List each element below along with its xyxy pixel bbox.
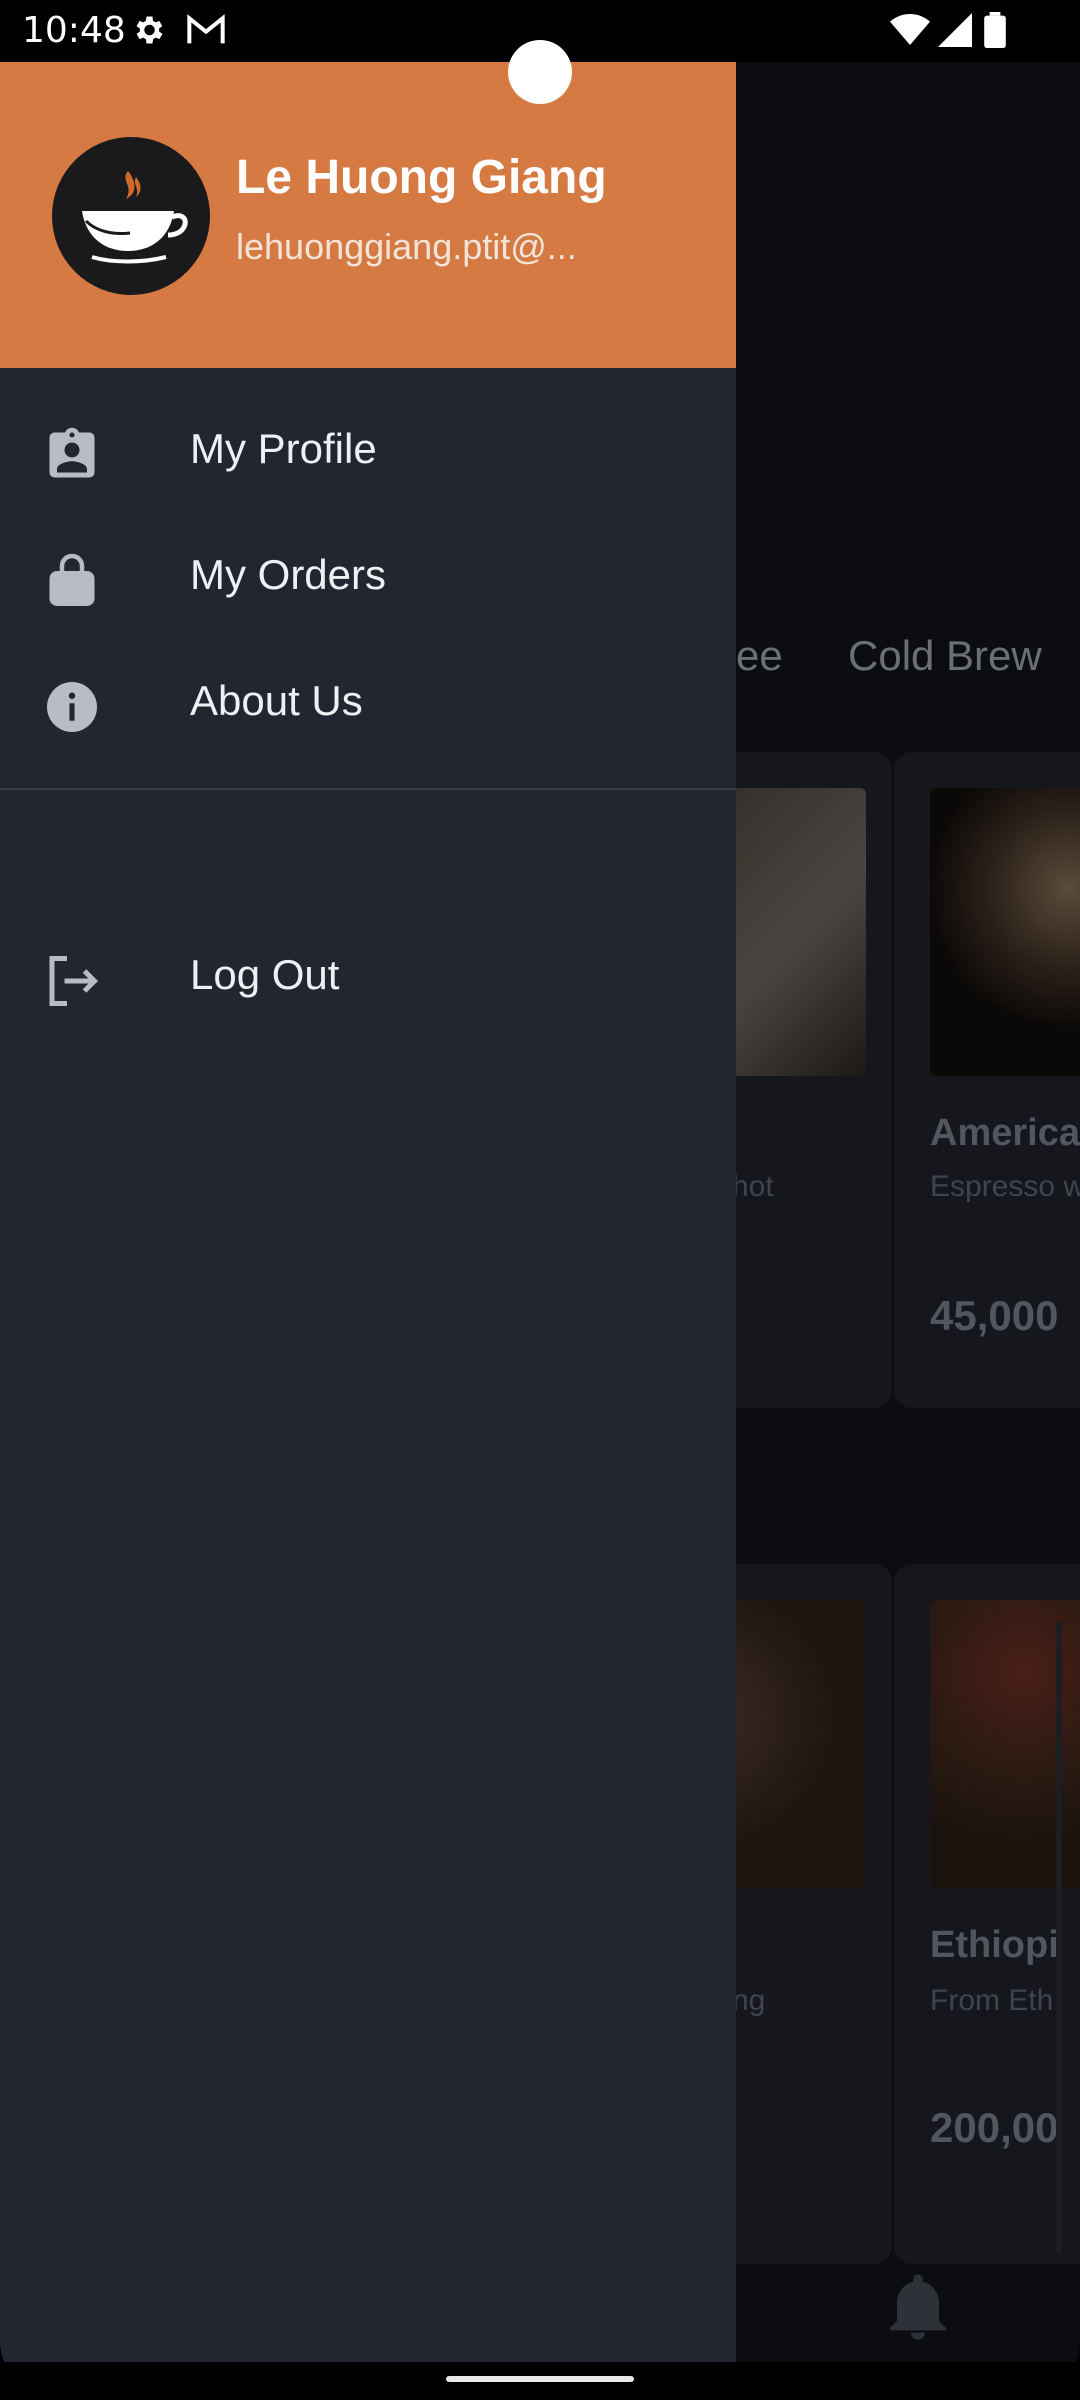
logout-label: Log Out: [190, 951, 340, 998]
product-price: 200,00: [930, 2104, 1059, 2151]
camera-cutout: [508, 40, 572, 104]
notification-bell-icon[interactable]: [890, 2272, 946, 2342]
coffee-cup-logo-icon: [82, 171, 188, 264]
product-card[interactable]: Ethiopi From Eth 200,00: [894, 1564, 1080, 2264]
product-image: [930, 788, 1080, 1076]
tab-cold-brew[interactable]: Cold Brew: [848, 632, 1042, 680]
app-screen: 10:48 ee Cold Brew hot America Espresso …: [0, 0, 1080, 2400]
menu-item-log-out[interactable]: Log Out: [0, 924, 736, 1034]
logout-icon: [49, 956, 99, 1006]
menu-item-label: My Orders: [190, 551, 387, 598]
menu-item-label: My Profile: [190, 425, 377, 472]
status-time: 10:48: [22, 10, 126, 51]
gmail-icon: [187, 14, 225, 44]
menu-item-my-profile[interactable]: My Profile: [0, 398, 736, 508]
product-price: 45,000: [930, 1292, 1059, 1339]
info-icon: [47, 682, 97, 732]
shopping-bag-icon: [49, 553, 95, 606]
scrollbar[interactable]: [1056, 1622, 1062, 2252]
user-name: Le Huong Giang: [236, 151, 607, 204]
profile-badge-icon: [49, 427, 95, 478]
product-desc: hot: [732, 1170, 774, 1203]
menu-item-about-us[interactable]: About Us: [0, 650, 736, 760]
navigation-drawer: Le Huong Giang lehuonggiang.ptit@... My …: [0, 62, 736, 2362]
product-title: America: [930, 1112, 1080, 1154]
product-title: Ethiopi: [930, 1924, 1059, 1966]
gesture-handle[interactable]: [446, 2376, 634, 2382]
settings-icon: [136, 16, 163, 44]
menu-item-my-orders[interactable]: My Orders: [0, 524, 736, 634]
drawer-divider: [0, 788, 736, 790]
product-desc: ng: [732, 1984, 766, 2017]
tab-coffee[interactable]: ee: [736, 632, 783, 680]
product-desc: Espresso w: [930, 1170, 1080, 1203]
user-email: lehuonggiang.ptit@...: [236, 226, 577, 267]
signal-icon: [938, 13, 972, 47]
product-card[interactable]: America Espresso w 45,000: [894, 752, 1080, 1408]
product-desc: From Eth: [930, 1984, 1054, 2017]
drawer-header: Le Huong Giang lehuonggiang.ptit@...: [0, 62, 736, 368]
battery-icon: [984, 12, 1006, 48]
wifi-icon: [890, 14, 930, 45]
avatar[interactable]: [52, 137, 210, 295]
menu-item-label: About Us: [190, 677, 363, 724]
